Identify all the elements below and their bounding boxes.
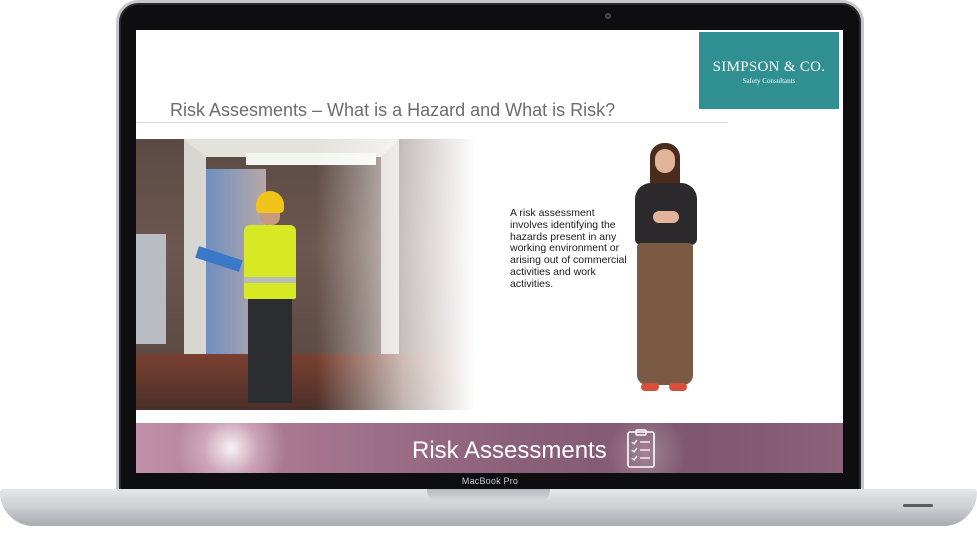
banner-lens-flare [176, 423, 286, 473]
worker-hi-vis-vest [244, 225, 296, 299]
presentation-screen: Risk Assesments – What is a Hazard and W… [136, 30, 843, 473]
company-name: SIMPSON & CO. [712, 59, 826, 75]
company-logo: SIMPSON & CO. Safety Consultants [699, 32, 839, 109]
device-brand-label: MacBook Pro [461, 476, 519, 486]
title-divider [136, 122, 728, 123]
laptop-indicator-slot [903, 504, 933, 507]
laptop-base-notch [427, 489, 550, 501]
presenter-trousers [637, 243, 693, 385]
banner-title: Risk Assessments [412, 437, 607, 464]
slide-title: Risk Assesments – What is a Hazard and W… [170, 100, 616, 120]
workshop-photo [136, 139, 474, 410]
worker-legs [248, 299, 292, 403]
presenter-hands [653, 211, 679, 223]
worker-hard-hat [256, 191, 284, 213]
checklist-icon [627, 429, 655, 468]
camera-icon [605, 13, 611, 19]
slide-banner: Risk Assessments [136, 423, 843, 473]
presenter-shoe-left [641, 383, 659, 391]
presenter-face [655, 149, 675, 173]
worker-vest-stripe [244, 277, 296, 283]
presenter-shoe-right [669, 383, 687, 391]
photo-cabinet [136, 234, 166, 344]
photo-fade [316, 139, 474, 410]
slide-body-text: A risk assessment involves identifying t… [510, 207, 627, 290]
presenter-figure [623, 143, 713, 403]
company-subtitle: Safety Consultants [742, 77, 796, 85]
